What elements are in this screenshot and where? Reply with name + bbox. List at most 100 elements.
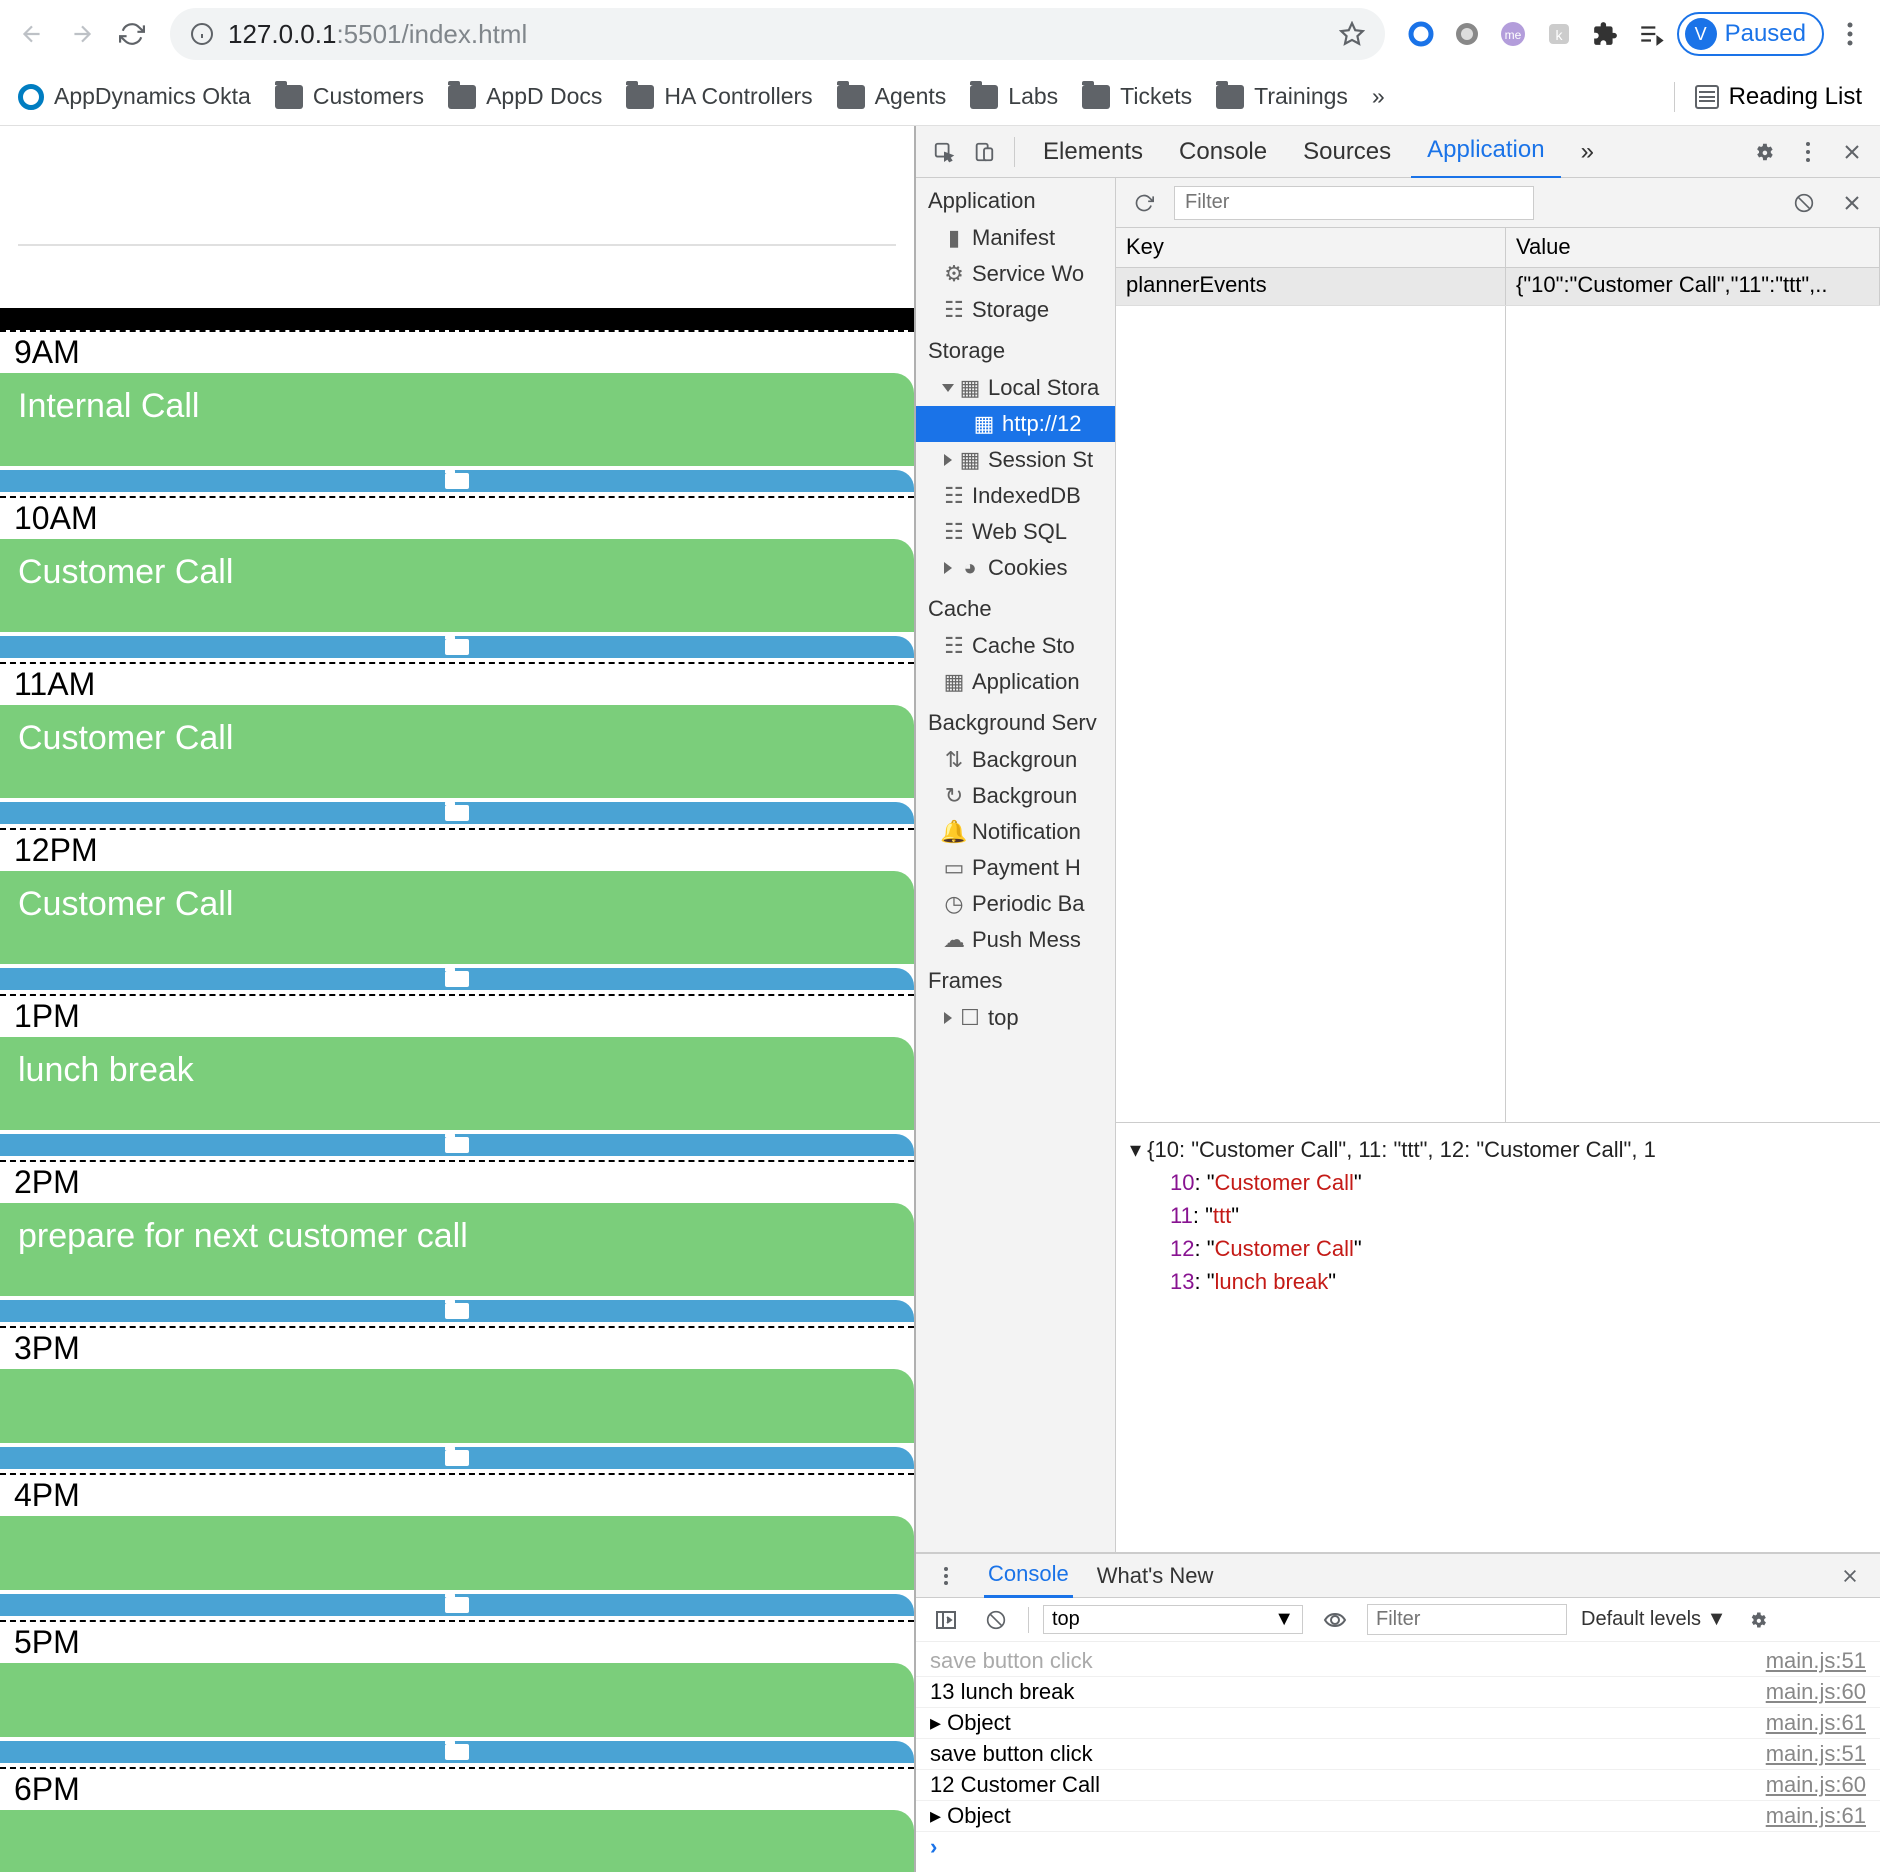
media-icon[interactable] (1631, 14, 1671, 54)
reading-list[interactable]: Reading List (1674, 82, 1862, 112)
reload-button[interactable] (110, 12, 154, 56)
devtools-menu-icon[interactable] (1790, 134, 1826, 170)
tab-elements[interactable]: Elements (1027, 126, 1159, 178)
event-text[interactable]: Customer Call (0, 539, 914, 632)
sidebar-item-session-storage[interactable]: ▦Session St (916, 442, 1115, 478)
chrome-menu-icon[interactable] (1830, 14, 1870, 54)
log-source-link[interactable]: main.js:60 (1766, 1679, 1866, 1705)
save-handle[interactable] (0, 1134, 914, 1156)
live-expression-icon[interactable] (1317, 1602, 1353, 1638)
log-source-link[interactable]: main.js:60 (1766, 1772, 1866, 1798)
sidebar-item-bg-fetch[interactable]: ⇅Backgroun (916, 742, 1115, 778)
console-log-row[interactable]: save button clickmain.js:51 (916, 1739, 1880, 1770)
sidebar-item-local-storage-url[interactable]: ▦http://12 (916, 406, 1115, 442)
save-handle[interactable] (0, 802, 914, 824)
forward-button[interactable] (60, 12, 104, 56)
tabs-overflow[interactable]: » (1565, 126, 1610, 178)
bookmark-appdynamics-okta[interactable]: AppDynamics Okta (18, 83, 251, 110)
bookmark-labs[interactable]: Labs (970, 83, 1058, 110)
sidebar-item-application-cache[interactable]: ▦Application (916, 664, 1115, 700)
console-context-select[interactable]: top▼ (1043, 1605, 1303, 1634)
extension-icon-3[interactable]: me (1493, 14, 1533, 54)
console-settings-icon[interactable] (1740, 1602, 1776, 1638)
bookmark-appd-docs[interactable]: AppD Docs (448, 83, 602, 110)
console-log-row[interactable]: ▸ Objectmain.js:61 (916, 1801, 1880, 1832)
sidebar-item-bg-sync[interactable]: ↻Backgroun (916, 778, 1115, 814)
bookmark-agents[interactable]: Agents (837, 83, 947, 110)
console-menu-icon[interactable] (928, 1558, 964, 1594)
event-text[interactable]: lunch break (0, 1037, 914, 1130)
log-source-link[interactable]: main.js:51 (1766, 1648, 1866, 1674)
console-tab[interactable]: Console (984, 1553, 1073, 1598)
save-handle[interactable] (0, 636, 914, 658)
device-toggle-icon[interactable] (966, 134, 1002, 170)
save-handle[interactable] (0, 1300, 914, 1322)
log-source-link[interactable]: main.js:51 (1766, 1741, 1866, 1767)
sidebar-item-push[interactable]: ☁Push Mess (916, 922, 1115, 958)
settings-icon[interactable] (1746, 134, 1782, 170)
sidebar-item-service-workers[interactable]: ⚙Service Wo (916, 256, 1115, 292)
extension-icon-4[interactable]: k (1539, 14, 1579, 54)
extension-icon-1[interactable] (1401, 14, 1441, 54)
sidebar-item-frames-top[interactable]: ☐top (916, 1000, 1115, 1036)
clear-icon[interactable] (1786, 185, 1822, 221)
save-handle[interactable] (0, 1447, 914, 1469)
sidebar-item-periodic[interactable]: ◷Periodic Ba (916, 886, 1115, 922)
console-prompt[interactable]: › (916, 1832, 1880, 1862)
bookmark-tickets[interactable]: Tickets (1082, 83, 1192, 110)
address-bar[interactable]: 127.0.0.1:5501/index.html (170, 8, 1385, 60)
extension-icon-2[interactable] (1447, 14, 1487, 54)
devtools-close-icon[interactable] (1834, 134, 1870, 170)
event-text[interactable] (0, 1516, 914, 1590)
back-button[interactable] (10, 12, 54, 56)
site-info-icon[interactable] (190, 22, 214, 46)
sidebar-item-cookies[interactable]: ◕Cookies (916, 550, 1115, 586)
delete-icon[interactable] (1834, 185, 1870, 221)
tab-sources[interactable]: Sources (1287, 126, 1407, 178)
console-log-row[interactable]: 12 Customer Callmain.js:60 (916, 1770, 1880, 1801)
event-text[interactable]: Customer Call (0, 871, 914, 964)
console-filter-input[interactable] (1367, 1604, 1567, 1635)
event-text[interactable] (0, 1810, 914, 1872)
tab-application[interactable]: Application (1411, 124, 1560, 179)
sidebar-item-notifications[interactable]: 🔔Notification (916, 814, 1115, 850)
column-header-value[interactable]: Value (1506, 228, 1880, 267)
column-header-key[interactable]: Key (1116, 228, 1506, 267)
event-text[interactable]: prepare for next customer call (0, 1203, 914, 1296)
event-text[interactable]: Internal Call (0, 373, 914, 466)
event-text[interactable]: Customer Call (0, 705, 914, 798)
sidebar-item-websql[interactable]: ☷Web SQL (916, 514, 1115, 550)
save-handle[interactable] (0, 470, 914, 492)
console-sidebar-toggle-icon[interactable] (928, 1602, 964, 1638)
event-text[interactable] (0, 1663, 914, 1737)
bookmark-star-icon[interactable] (1339, 21, 1365, 47)
tab-console[interactable]: Console (1163, 126, 1283, 178)
sidebar-item-payment[interactable]: ▭Payment H (916, 850, 1115, 886)
console-log-row[interactable]: 13 lunch breakmain.js:60 (916, 1677, 1880, 1708)
clear-console-icon[interactable] (978, 1602, 1014, 1638)
refresh-icon[interactable] (1126, 185, 1162, 221)
bookmark-ha-controllers[interactable]: HA Controllers (626, 83, 812, 110)
save-handle[interactable] (0, 1594, 914, 1616)
sidebar-item-cache-storage[interactable]: ☷Cache Sto (916, 628, 1115, 664)
sidebar-item-storage[interactable]: ☷Storage (916, 292, 1115, 328)
log-source-link[interactable]: main.js:61 (1766, 1710, 1866, 1736)
log-levels-select[interactable]: Default levels ▼ (1581, 1608, 1726, 1631)
event-text[interactable] (0, 1369, 914, 1443)
inspect-element-icon[interactable] (926, 134, 962, 170)
bookmark-customers[interactable]: Customers (275, 83, 424, 110)
storage-row[interactable]: plannerEvents {"10":"Customer Call","11"… (1116, 268, 1880, 306)
console-close-icon[interactable] (1832, 1558, 1868, 1594)
sidebar-item-manifest[interactable]: ▮Manifest (916, 220, 1115, 256)
bookmark-trainings[interactable]: Trainings (1216, 83, 1348, 110)
profile-paused-pill[interactable]: V Paused (1677, 12, 1824, 56)
log-source-link[interactable]: main.js:61 (1766, 1803, 1866, 1829)
save-handle[interactable] (0, 1741, 914, 1763)
console-log-row[interactable]: save button clickmain.js:51 (916, 1646, 1880, 1677)
sidebar-item-indexeddb[interactable]: ☷IndexedDB (916, 478, 1115, 514)
storage-filter-input[interactable] (1174, 186, 1534, 220)
console-log-row[interactable]: ▸ Objectmain.js:61 (916, 1708, 1880, 1739)
extensions-icon[interactable] (1585, 14, 1625, 54)
sidebar-item-local-storage[interactable]: ▦Local Stora (916, 370, 1115, 406)
whats-new-tab[interactable]: What's New (1093, 1555, 1218, 1597)
